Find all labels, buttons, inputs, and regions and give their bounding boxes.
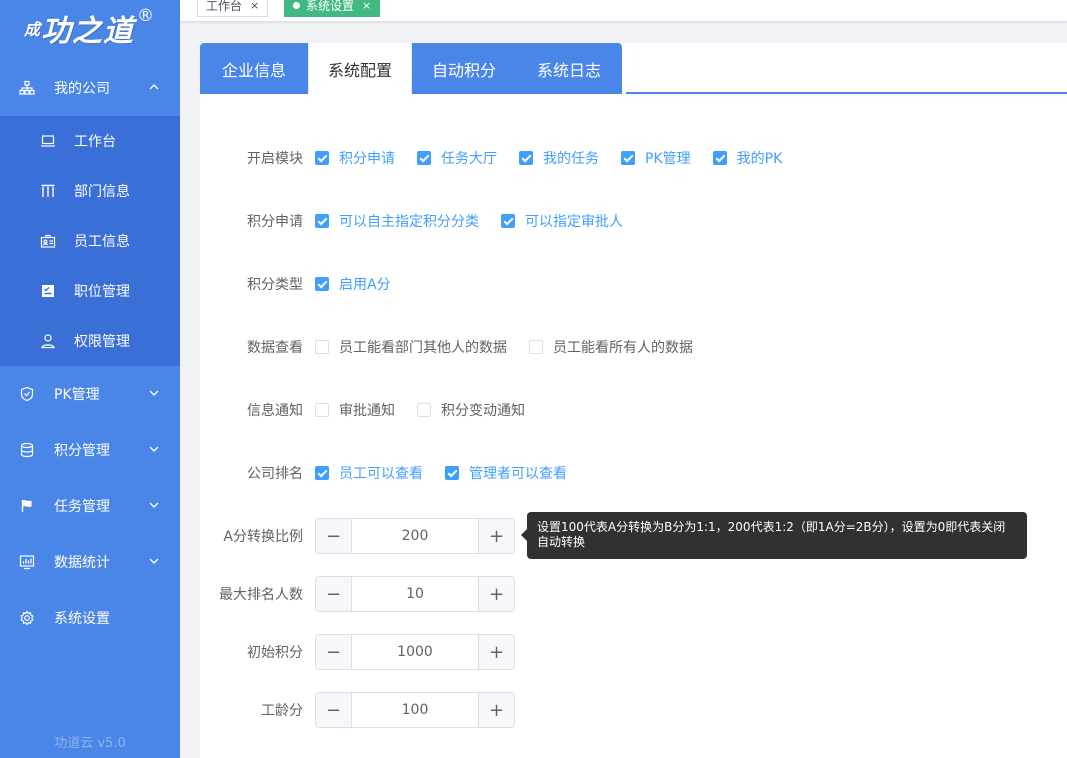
main-panel: 企业信息 系统配置 自动积分 系统日志 开启模块 积分申请 任务大厅 我的任务 … (200, 43, 1067, 758)
row-enabled-modules: 开启模块 积分申请 任务大厅 我的任务 PK管理 我的PK (200, 148, 804, 168)
gear-icon (19, 610, 35, 626)
a-ratio-input[interactable]: 200 (352, 519, 478, 553)
chevron-down-icon (148, 499, 160, 511)
row-company-ranking: 公司排名 员工可以查看 管理者可以查看 (200, 463, 589, 483)
max-ranking-stepper: − 10 + (315, 576, 515, 612)
chevron-down-icon (148, 555, 160, 567)
tab-company-info[interactable]: 企业信息 (200, 43, 308, 94)
checkbox-view-department[interactable]: 员工能看部门其他人的数据 (315, 337, 507, 357)
close-icon[interactable]: × (362, 0, 371, 12)
tag-workbench[interactable]: 工作台 × (197, 0, 269, 17)
sidebar-item-workbench[interactable]: 工作台 (0, 116, 180, 166)
checkbox-task-hall[interactable]: 任务大厅 (417, 148, 497, 168)
checklist-icon (40, 283, 56, 299)
user-icon (40, 333, 56, 349)
logo: 成功之道 ® (0, 0, 180, 60)
logo-text: 成功之道 (24, 14, 135, 49)
menu-item-pk[interactable]: PK管理 (0, 366, 180, 422)
checkbox-points-apply[interactable]: 积分申请 (315, 148, 395, 168)
tabs-underline (626, 92, 1067, 94)
decrement-button[interactable]: − (316, 635, 352, 669)
sidebar-item-department[interactable]: 部门信息 (0, 166, 180, 216)
seniority-points-stepper: − 100 + (315, 692, 515, 728)
checkbox-assign-approver[interactable]: 可以指定审批人 (501, 211, 623, 231)
initial-points-input[interactable]: 1000 (352, 635, 478, 669)
close-icon[interactable]: × (250, 0, 259, 12)
increment-button[interactable]: + (478, 577, 514, 611)
version-label: 功道云 v5.0 (54, 736, 126, 751)
row-notifications: 信息通知 审批通知 积分变动通知 (200, 400, 547, 420)
tabs-header: 企业信息 系统配置 自动积分 系统日志 (200, 43, 1067, 94)
ratio-tooltip: 设置100代表A分转换为B分为1:1，200代表1:2（即1A分=2B分），设置… (521, 512, 1027, 559)
checkbox-enable-a-points[interactable]: 启用A分 (315, 274, 391, 294)
decrement-button[interactable]: − (316, 577, 352, 611)
checkbox-manager-view[interactable]: 管理者可以查看 (445, 463, 567, 483)
shield-icon (19, 386, 35, 402)
active-dot (293, 2, 300, 9)
org-icon (19, 80, 35, 96)
checkbox-view-all[interactable]: 员工能看所有人的数据 (529, 337, 693, 357)
flag-icon (19, 498, 35, 514)
increment-button[interactable]: + (478, 635, 514, 669)
laptop-icon (40, 133, 56, 149)
chevron-down-icon (148, 387, 160, 399)
checkbox-my-pk[interactable]: 我的PK (712, 148, 782, 168)
registered-mark: ® (137, 6, 155, 26)
row-a-ratio: A分转换比例 − 200 + (200, 518, 515, 554)
sidebar-item-position[interactable]: 职位管理 (0, 266, 180, 316)
tab-system-log[interactable]: 系统日志 (516, 43, 622, 94)
checkbox-my-tasks[interactable]: 我的任务 (519, 148, 599, 168)
tab-auto-points[interactable]: 自动积分 (412, 43, 516, 94)
sidebar-item-employee[interactable]: 员工信息 (0, 216, 180, 266)
max-ranking-input[interactable]: 10 (352, 577, 478, 611)
tag-settings[interactable]: 系统设置 × (284, 0, 381, 17)
columns-icon (40, 183, 56, 199)
row-points-type: 积分类型 启用A分 (200, 274, 413, 294)
id-card-icon (40, 233, 56, 249)
row-max-ranking: 最大排名人数 − 10 + (200, 576, 515, 612)
row-data-view: 数据查看 员工能看部门其他人的数据 员工能看所有人的数据 (200, 337, 715, 357)
a-ratio-stepper: − 200 + (315, 518, 515, 554)
increment-button[interactable]: + (478, 519, 514, 553)
seniority-points-input[interactable]: 100 (352, 693, 478, 727)
sidebar: 成功之道 ® 我的公司 工作台 部门信息 员工信息 职位管理 权限管理 PK管理… (0, 0, 180, 758)
submenu-my-company: 工作台 部门信息 员工信息 职位管理 权限管理 (0, 116, 180, 366)
menu-item-my-company[interactable]: 我的公司 (0, 60, 180, 116)
checkbox-approval-notice[interactable]: 审批通知 (315, 400, 395, 420)
menu-item-statistics[interactable]: 数据统计 (0, 534, 180, 590)
initial-points-stepper: − 1000 + (315, 634, 515, 670)
chevron-up-icon (148, 81, 160, 93)
row-points-apply: 积分申请 可以自主指定积分分类 可以指定审批人 (200, 211, 645, 231)
checkbox-employee-view[interactable]: 员工可以查看 (315, 463, 423, 483)
checkbox-pk-manage[interactable]: PK管理 (621, 148, 691, 168)
decrement-button[interactable]: − (316, 519, 352, 553)
menu-item-settings[interactable]: 系统设置 (0, 590, 180, 646)
checkbox-self-category[interactable]: 可以自主指定积分分类 (315, 211, 479, 231)
menu-item-tasks[interactable]: 任务管理 (0, 478, 180, 534)
chart-icon (19, 554, 35, 570)
tags-bar: 工作台 × 系统设置 × (180, 0, 1067, 22)
sidebar-item-permission[interactable]: 权限管理 (0, 316, 180, 366)
row-initial-points: 初始积分 − 1000 + (200, 634, 515, 670)
chevron-down-icon (148, 443, 160, 455)
checkbox-points-change-notice[interactable]: 积分变动通知 (417, 400, 525, 420)
row-seniority-points: 工龄分 − 100 + (200, 692, 515, 728)
tab-system-config[interactable]: 系统配置 (308, 43, 412, 94)
decrement-button[interactable]: − (316, 693, 352, 727)
database-icon (19, 442, 35, 458)
increment-button[interactable]: + (478, 693, 514, 727)
menu-item-points[interactable]: 积分管理 (0, 422, 180, 478)
